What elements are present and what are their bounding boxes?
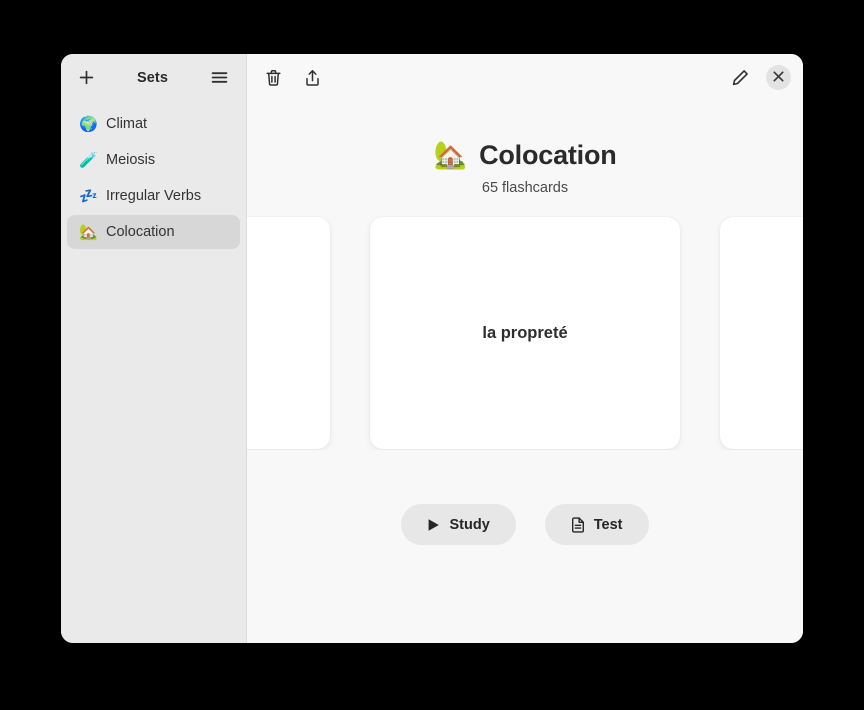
- zzz-sleep-icon: 💤: [79, 187, 98, 205]
- flashcard-text: la propreté: [482, 323, 568, 342]
- flashcard-count: 65 flashcards: [481, 180, 569, 196]
- sidebar-item-label: Colocation: [106, 224, 175, 240]
- sidebar: Sets 🌍 Climat 🧪 Meiosis 💤 Irregular Verb…: [61, 54, 247, 643]
- toolbar-right-group: [727, 65, 791, 91]
- action-buttons: Study Test: [247, 504, 803, 545]
- set-list: 🌍 Climat 🧪 Meiosis 💤 Irregular Verbs 🏡 C…: [61, 101, 246, 249]
- close-x-icon: [773, 69, 784, 87]
- set-header: 🏡 Colocation 65 flashcards: [247, 140, 803, 196]
- flashcard-next[interactable]: le frigo: [720, 217, 803, 449]
- toolbar-left-group: [260, 65, 325, 91]
- app-window: Sets 🌍 Climat 🧪 Meiosis 💤 Irregular Verb…: [61, 54, 803, 643]
- page-title: Colocation: [479, 140, 617, 170]
- flashcard-previous[interactable]: [247, 217, 330, 449]
- sidebar-item-label: Irregular Verbs: [106, 188, 202, 204]
- house-icon: 🏡: [79, 223, 98, 241]
- plus-icon: [78, 69, 95, 86]
- sidebar-item-label: Meiosis: [106, 152, 156, 168]
- sidebar-title: Sets: [136, 69, 169, 86]
- add-set-button[interactable]: [73, 65, 99, 91]
- sidebar-item-label: Climat: [106, 116, 148, 132]
- test-button-label: Test: [593, 516, 623, 533]
- sidebar-item-climat[interactable]: 🌍 Climat: [67, 107, 240, 141]
- sidebar-item-colocation[interactable]: 🏡 Colocation: [67, 215, 240, 249]
- test-button[interactable]: Test: [544, 504, 649, 545]
- sidebar-header: Sets: [61, 54, 246, 101]
- share-set-button[interactable]: [299, 65, 325, 91]
- close-button[interactable]: [766, 65, 791, 90]
- sidebar-item-irregular-verbs[interactable]: 💤 Irregular Verbs: [67, 179, 240, 213]
- trash-icon: [265, 69, 282, 87]
- play-icon: [427, 518, 440, 532]
- sidebar-item-meiosis[interactable]: 🧪 Meiosis: [67, 143, 240, 177]
- sidebar-menu-button[interactable]: [206, 65, 232, 91]
- study-button-label: Study: [449, 516, 490, 533]
- carousel-track: la propreté le frigo: [247, 216, 803, 450]
- set-title-row: 🏡 Colocation: [247, 140, 803, 171]
- house-icon: 🏡: [433, 140, 468, 170]
- study-button[interactable]: Study: [401, 504, 516, 545]
- flashcard-carousel[interactable]: la propreté le frigo: [247, 216, 803, 450]
- document-icon: [571, 516, 585, 533]
- hamburger-menu-icon: [211, 70, 228, 85]
- share-upload-icon: [304, 69, 321, 87]
- edit-set-button[interactable]: [727, 65, 753, 91]
- main-panel: 🏡 Colocation 65 flashcards la propreté l…: [247, 54, 803, 643]
- test-tube-icon: 🧪: [79, 151, 98, 169]
- pencil-edit-icon: [732, 69, 749, 86]
- main-toolbar: [247, 54, 803, 101]
- flashcard-current[interactable]: la propreté: [370, 217, 680, 449]
- globe-icon: 🌍: [79, 115, 98, 133]
- delete-set-button[interactable]: [260, 65, 286, 91]
